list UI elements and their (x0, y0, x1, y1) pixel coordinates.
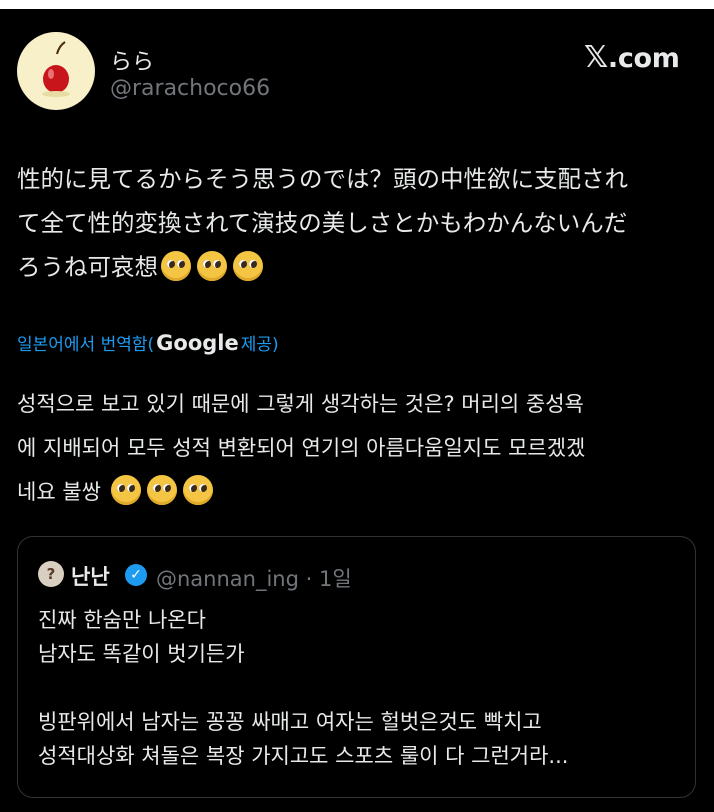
post-line-3: ろうね可哀想 (17, 245, 707, 289)
translated-line-2: 에 지배되어 모두 성적 변환되어 연기의 아름다움일지도 모르겠겠 (17, 436, 586, 460)
pleading-face-emoji-icon (182, 475, 213, 505)
x-com-logo: 𝕏.com (584, 40, 680, 75)
user-handle[interactable]: @rarachoco66 (110, 76, 270, 101)
x-logo-icon: 𝕏 (584, 40, 608, 75)
translation-suffix: 제공) (240, 335, 279, 355)
quoted-post-card[interactable]: ? 난난 ✓ @nannan_ing · 1일 진짜 한숨만 나온다 남자도 똑… (17, 536, 696, 798)
post-line-3-text: ろうね可哀想 (17, 253, 158, 281)
quoted-display-name[interactable]: 난난 (71, 561, 110, 591)
translated-line-1: 성적으로 보고 있기 때문에 그렇게 생각하는 것은? 머리의 중성욕 (17, 392, 584, 416)
quoted-handle-time[interactable]: @nannan_ing · 1일 (156, 563, 352, 593)
post-line-2: て全て性的変換されて演技の美しさとかもわかんないんだ (17, 209, 628, 237)
pleading-face-emoji-icon (146, 475, 177, 505)
display-name[interactable]: らら (110, 44, 154, 76)
quoted-avatar[interactable]: ? (38, 561, 64, 587)
pleading-face-emoji-icon (233, 251, 263, 281)
pleading-face-emoji-icon (197, 251, 227, 281)
profile-avatar[interactable] (17, 32, 95, 110)
translation-prefix: 일본어에서 번역함( (17, 335, 155, 355)
apple-candy-avatar-icon (42, 41, 70, 97)
post-text: 性的に見てるからそう思うのでは？頭の中性欲に支配され て全て性的変換されて演技の… (17, 157, 707, 289)
translated-line-3-text: 네요 불쌍 (17, 480, 101, 504)
google-logo: Google (156, 330, 239, 355)
pleading-face-emoji-icon (161, 251, 191, 281)
post-line-1: 性的に見てるからそう思うのでは？頭の中性欲に支配され (17, 165, 628, 193)
translation-note[interactable]: 일본어에서 번역함(Google 제공) (17, 330, 279, 356)
translated-line-3: 네요 불쌍 (17, 470, 707, 514)
logo-domain: .com (607, 43, 680, 74)
pleading-face-emoji-icon (110, 475, 141, 505)
verified-badge-icon: ✓ (125, 564, 147, 586)
top-edge-strip (0, 0, 714, 9)
quoted-post-text: 진짜 한숨만 나온다 남자도 똑같이 벗기든가 빙판위에서 남자는 꽁꽁 싸매고… (38, 608, 569, 768)
translated-text: 성적으로 보고 있기 때문에 그렇게 생각하는 것은? 머리의 중성욕 에 지배… (17, 382, 707, 514)
